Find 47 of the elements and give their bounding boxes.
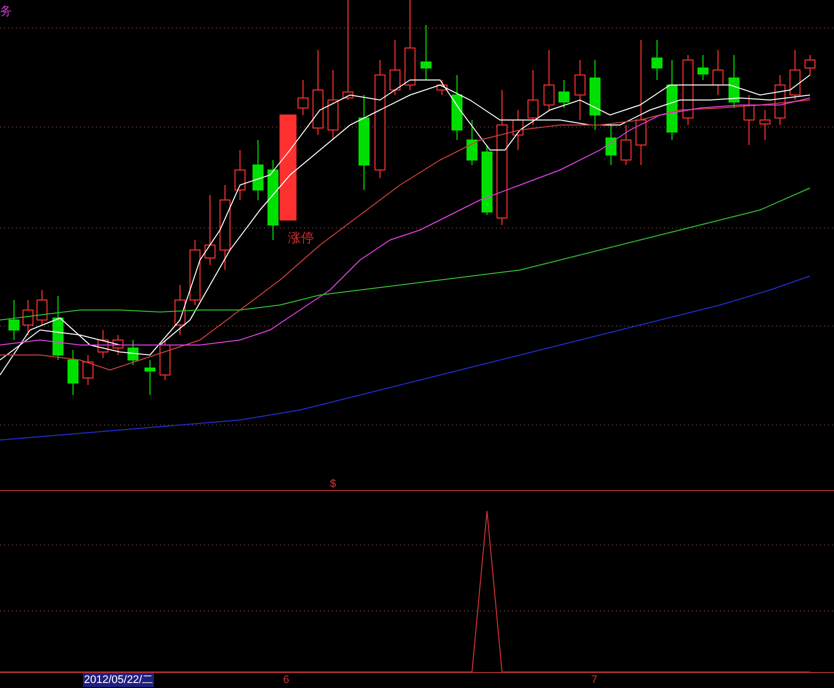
candlestick xyxy=(466,120,478,166)
candlestick xyxy=(82,354,94,386)
candlestick xyxy=(204,194,216,266)
candlestick xyxy=(144,360,156,396)
candlestick xyxy=(98,330,108,358)
candlestick xyxy=(8,300,20,340)
candlestick xyxy=(606,124,616,166)
candlestick xyxy=(452,74,462,140)
time-axis-label: 2012/05/22/二 xyxy=(83,673,154,687)
candlestick xyxy=(804,54,816,76)
candlestick xyxy=(790,50,800,100)
candlestick xyxy=(234,150,246,200)
candlestick xyxy=(620,124,632,166)
candlestick xyxy=(174,284,186,336)
candlestick xyxy=(512,110,524,150)
candlestick xyxy=(328,70,338,140)
candlestick xyxy=(774,74,786,126)
candlestick xyxy=(52,296,64,360)
candlestick xyxy=(436,80,448,96)
candlestick xyxy=(482,144,492,216)
candlestick xyxy=(744,94,754,146)
candlestick xyxy=(574,60,586,120)
indicator-label: $ xyxy=(330,477,336,492)
candlestick xyxy=(390,40,400,96)
candlestick xyxy=(652,40,662,80)
candlestick xyxy=(160,340,170,380)
limit-up-label: 涨停 xyxy=(288,229,314,247)
chart-title: 务 xyxy=(0,3,12,20)
candlestick xyxy=(112,334,124,356)
candlestick xyxy=(760,110,770,140)
candlestick xyxy=(68,350,78,396)
candlestick xyxy=(528,70,538,126)
candlestick xyxy=(420,24,432,80)
candlestick xyxy=(128,340,138,366)
time-axis-label: 7 xyxy=(590,673,598,687)
candlestick xyxy=(190,240,200,306)
candlestick xyxy=(36,290,48,326)
candlestick xyxy=(712,50,724,96)
candlestick xyxy=(728,54,740,108)
time-axis-label: 6 xyxy=(282,673,290,687)
candlestick xyxy=(698,54,708,80)
candlestick xyxy=(558,80,570,108)
candlestick xyxy=(682,54,694,126)
candlestick xyxy=(544,50,554,110)
candlestick xyxy=(252,140,264,200)
candlestick xyxy=(590,60,600,130)
candlestick xyxy=(22,300,34,336)
